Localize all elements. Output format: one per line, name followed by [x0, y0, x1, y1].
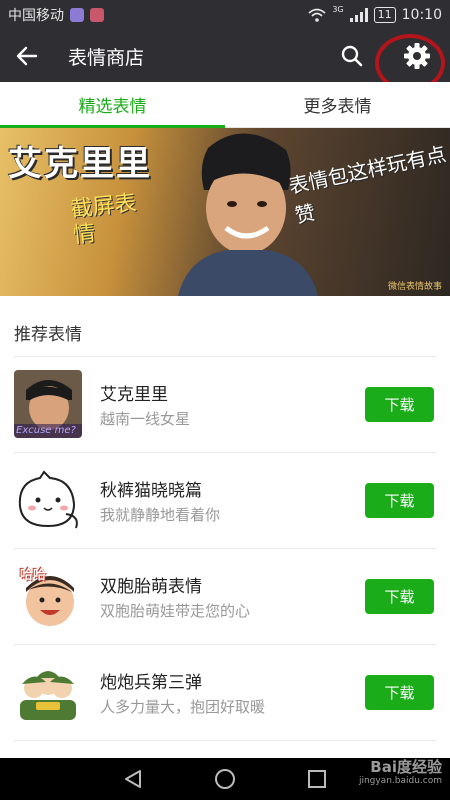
gear-icon [404, 43, 430, 69]
back-button[interactable] [0, 30, 54, 82]
download-button[interactable]: 下载 [365, 483, 434, 518]
tab-more[interactable]: 更多表情 [225, 82, 450, 127]
tab-featured[interactable]: 精选表情 [0, 82, 225, 128]
item-name: 双胞胎萌表情 [100, 577, 202, 597]
square-recents-icon [308, 770, 326, 788]
sticker-thumbnail: Excuse me? [14, 370, 82, 438]
download-button[interactable]: 下载 [365, 387, 434, 422]
item-description: 越南一线女星 [100, 410, 191, 428]
divider [14, 740, 436, 741]
carrier-label: 中国移动 [8, 8, 64, 24]
nav-home-button[interactable] [210, 766, 240, 792]
page-title: 表情商店 [68, 46, 145, 69]
banner-title: 艾克里里 [8, 144, 152, 184]
nav-recents-button[interactable] [302, 766, 332, 792]
download-button[interactable]: 下载 [365, 579, 434, 614]
thumbnail-caption: Excuse me? [16, 425, 76, 436]
back-arrow-icon [16, 46, 38, 66]
item-description: 双胞胎萌娃带走您的心 [100, 602, 251, 620]
status-bar: 中国移动 3G 11 10:10 [0, 0, 450, 30]
item-name: 艾克里里 [100, 385, 168, 405]
section-title: 推荐表情 [14, 325, 82, 345]
list-item[interactable]: Excuse me? 艾克里里 越南一线女星 下载 [0, 356, 450, 452]
clock: 10:10 [401, 7, 442, 23]
download-button[interactable]: 下载 [365, 675, 434, 710]
thumbnail-caption: 哈哈 [20, 568, 47, 583]
item-description: 我就静静地看着你 [100, 506, 221, 524]
sticker-thumbnail: 哈哈 [14, 562, 82, 630]
search-icon [341, 45, 363, 67]
baidu-watermark: Bai度经验 jingyan.baidu.com [359, 758, 442, 788]
item-name: 秋裤猫晓晓篇 [100, 481, 202, 501]
settings-button[interactable] [397, 38, 437, 74]
item-description: 人多力量大，抱团好取暖 [100, 698, 266, 716]
list-item[interactable]: 炮炮兵第三弹 人多力量大，抱团好取暖 下载 [0, 644, 450, 740]
network-type: 3G [332, 4, 344, 14]
watermark-url: jingyan.baidu.com [358, 776, 442, 786]
featured-banner[interactable]: 艾克里里 截屏表情 表情包这样玩有点赞 微信表情故事 [0, 128, 450, 296]
gallery-notification-icon [70, 8, 84, 22]
battery-indicator: 11 [373, 7, 396, 23]
app-notification-icon [90, 8, 104, 22]
list-item[interactable]: 秋裤猫晓晓篇 我就静静地看着你 下载 [0, 452, 450, 548]
wifi-icon [308, 8, 326, 22]
sticker-thumbnail [14, 658, 82, 726]
search-button[interactable] [334, 38, 370, 74]
tab-bar: 精选表情 更多表情 [0, 82, 450, 128]
triangle-back-icon [125, 770, 141, 788]
banner-subtitle: 截屏表情 [69, 190, 138, 249]
nav-back-button[interactable] [118, 766, 148, 792]
list-item[interactable]: 哈哈 双胞胎萌表情 双胞胎萌娃带走您的心 下载 [0, 548, 450, 644]
signal-icon [349, 8, 368, 22]
sticker-thumbnail [14, 466, 82, 534]
banner-watermark: 微信表情故事 [387, 282, 442, 292]
app-header: 表情商店 [0, 30, 450, 82]
item-name: 炮炮兵第三弹 [100, 673, 202, 693]
circle-home-icon [215, 769, 235, 789]
